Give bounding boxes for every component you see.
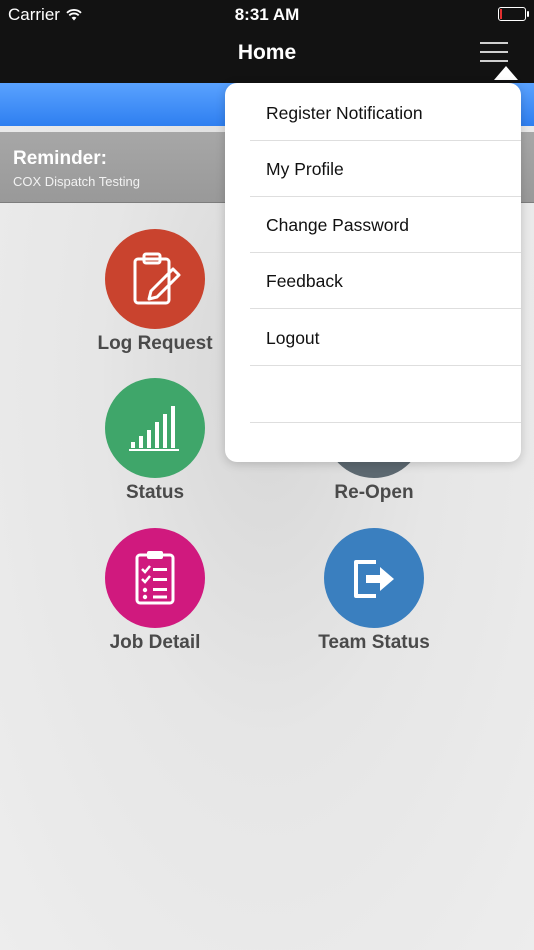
reminder-title: Reminder: <box>13 148 107 169</box>
exit-arrow-icon <box>324 528 424 628</box>
menu-item-logout[interactable]: Logout <box>250 310 521 366</box>
clipboard-pencil-icon <box>105 229 205 329</box>
tile-label: Re-Open <box>334 482 414 503</box>
top-bar: Carrier 8:31 AM Home <box>0 0 534 83</box>
menu-item-change-password[interactable]: Change Password <box>250 197 521 253</box>
tile-label: Status <box>125 482 185 503</box>
status-time: 8:31 AM <box>234 5 300 24</box>
tile-job-detail[interactable]: Job Detail <box>55 528 255 654</box>
menu-pointer <box>494 66 518 80</box>
dropdown-menu: Register Notification My Profile Change … <box>225 83 521 462</box>
menu-item-empty[interactable] <box>250 367 521 423</box>
checklist-icon <box>105 528 205 628</box>
tile-team-status[interactable]: Team Status <box>274 528 474 654</box>
menu-item-register-notification[interactable]: Register Notification <box>250 85 521 141</box>
menu-item-feedback[interactable]: Feedback <box>250 253 521 309</box>
tile-label: Job Detail <box>109 632 201 653</box>
hamburger-menu-icon[interactable] <box>480 42 508 64</box>
battery-icon <box>498 7 529 21</box>
bar-chart-icon <box>105 378 205 478</box>
page-title: Home <box>237 41 297 64</box>
tile-label: Team Status <box>318 632 430 653</box>
menu-item-my-profile[interactable]: My Profile <box>250 141 521 197</box>
reminder-text: COX Dispatch Testing <box>13 174 140 189</box>
